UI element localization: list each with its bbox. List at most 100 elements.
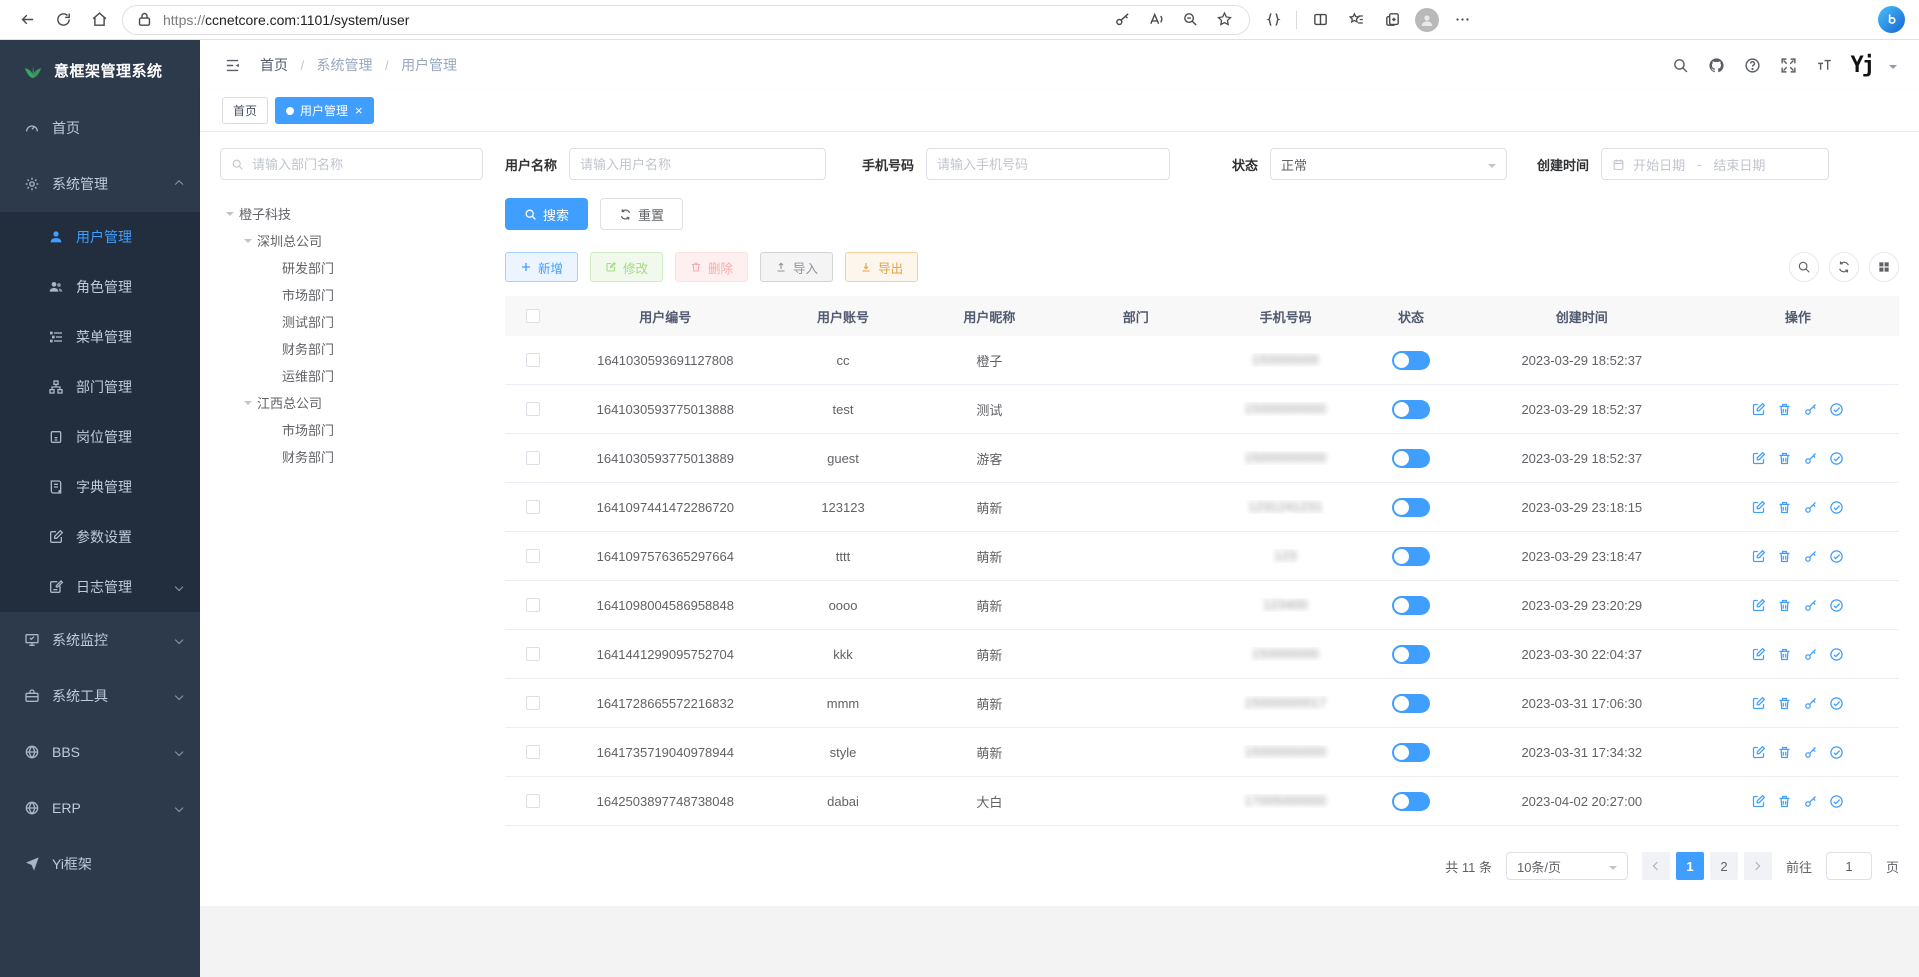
tab-home[interactable]: 首页 [222,97,268,124]
row-checkbox[interactable] [526,353,540,367]
edit-icon[interactable] [1751,647,1766,662]
assign-role-icon[interactable] [1829,500,1844,515]
more-options-icon[interactable] [1449,7,1475,33]
assign-role-icon[interactable] [1829,745,1844,760]
sidebar-item-dept-mgmt[interactable]: 部门管理 [0,362,200,412]
page-button-2[interactable]: 2 [1710,852,1738,880]
sidebar-item-post-mgmt[interactable]: 岗位管理 [0,412,200,462]
reset-password-icon[interactable] [1803,696,1818,711]
sidebar-toggle-icon[interactable] [222,55,242,75]
reset-password-icon[interactable] [1803,745,1818,760]
add-button[interactable]: 新增 [505,252,578,282]
delete-icon[interactable] [1777,647,1792,662]
username-field[interactable] [580,157,815,172]
page-size-select[interactable]: 10条/页 [1506,852,1628,880]
row-checkbox[interactable] [526,451,540,465]
edit-icon[interactable] [1751,451,1766,466]
delete-icon[interactable] [1777,500,1792,515]
sidebar-item-tools[interactable]: 系统工具 [0,668,200,724]
import-button[interactable]: 导入 [760,252,833,282]
reset-password-icon[interactable] [1803,598,1818,613]
tree-node[interactable]: 橙子科技 [220,200,483,227]
status-toggle[interactable] [1392,596,1430,615]
user-avatar-logo[interactable]: Yj [1851,53,1874,78]
next-page-button[interactable] [1744,852,1772,880]
sidebar-item-system[interactable]: 系统管理 [0,156,200,212]
delete-icon[interactable] [1777,402,1792,417]
sidebar-item-monitor[interactable]: 系统监控 [0,612,200,668]
row-checkbox[interactable] [526,647,540,661]
sidebar-item-param-settings[interactable]: 参数设置 [0,512,200,562]
sidebar-item-erp[interactable]: ERP [0,780,200,836]
delete-icon[interactable] [1777,745,1792,760]
status-select[interactable]: 正常 [1270,148,1507,180]
row-checkbox[interactable] [526,549,540,563]
edit-icon[interactable] [1751,696,1766,711]
profile-avatar[interactable] [1415,8,1439,32]
assign-role-icon[interactable] [1829,794,1844,809]
breadcrumb-user[interactable]: 用户管理 [401,57,457,73]
sidebar-item-role-mgmt[interactable]: 角色管理 [0,262,200,312]
status-toggle[interactable] [1392,645,1430,664]
delete-icon[interactable] [1777,696,1792,711]
sidebar-item-bbs[interactable]: BBS [0,724,200,780]
assign-role-icon[interactable] [1829,696,1844,711]
sidebar-item-dict-mgmt[interactable]: 字典管理 [0,462,200,512]
sidebar-item-home[interactable]: 首页 [0,100,200,156]
reset-password-icon[interactable] [1803,451,1818,466]
split-screen-icon[interactable] [1307,7,1333,33]
status-toggle[interactable] [1392,694,1430,713]
tree-node[interactable]: 江西总公司 [220,389,483,416]
address-bar[interactable]: https://ccnetcore.com:1101/system/user [122,5,1250,35]
phone-field[interactable] [937,157,1159,172]
row-checkbox[interactable] [526,745,540,759]
read-aloud-icon[interactable] [1143,7,1169,33]
edit-icon[interactable] [1751,549,1766,564]
phone-input[interactable] [926,148,1170,180]
columns-grid-icon[interactable] [1869,252,1899,282]
export-button[interactable]: 导出 [845,252,918,282]
reset-password-icon[interactable] [1803,794,1818,809]
reset-button[interactable]: 重置 [600,198,683,230]
reset-password-icon[interactable] [1803,402,1818,417]
sidebar-item-log-mgmt[interactable]: 日志管理 [0,562,200,612]
search-icon[interactable] [1671,55,1691,75]
tree-node[interactable]: 运维部门 [220,362,483,389]
delete-button[interactable]: 删除 [675,252,748,282]
dept-search-field[interactable] [252,157,472,172]
status-toggle[interactable] [1392,547,1430,566]
assign-role-icon[interactable] [1829,451,1844,466]
delete-icon[interactable] [1777,794,1792,809]
username-input[interactable] [569,148,826,180]
help-icon[interactable] [1743,55,1763,75]
sidebar-item-yi-framework[interactable]: Yi框架 [0,836,200,892]
tree-node[interactable]: 财务部门 [220,443,483,470]
row-checkbox[interactable] [526,598,540,612]
copilot-icon[interactable] [1878,6,1905,33]
font-size-icon[interactable] [1815,55,1835,75]
date-range-picker[interactable]: 开始日期 - 结束日期 [1601,148,1829,180]
edit-icon[interactable] [1751,794,1766,809]
delete-icon[interactable] [1777,598,1792,613]
assign-role-icon[interactable] [1829,549,1844,564]
sidebar-item-menu-mgmt[interactable]: 菜单管理 [0,312,200,362]
breadcrumb-system[interactable]: 系统管理 [317,57,373,73]
expander-icon[interactable] [244,239,252,247]
goto-page-input[interactable] [1826,852,1872,880]
prev-page-button[interactable] [1642,852,1670,880]
dept-search-input[interactable] [220,148,483,180]
status-toggle[interactable] [1392,743,1430,762]
expander-icon[interactable] [244,401,252,409]
tree-node[interactable]: 测试部门 [220,308,483,335]
row-checkbox[interactable] [526,402,540,416]
breadcrumb-home[interactable]: 首页 [260,57,288,73]
password-key-icon[interactable] [1109,7,1135,33]
zoom-out-icon[interactable] [1177,7,1203,33]
assign-role-icon[interactable] [1829,647,1844,662]
refresh-icon[interactable] [50,7,76,33]
edit-button[interactable]: 修改 [590,252,663,282]
delete-icon[interactable] [1777,549,1792,564]
status-toggle[interactable] [1392,400,1430,419]
edit-icon[interactable] [1751,598,1766,613]
status-toggle[interactable] [1392,792,1430,811]
